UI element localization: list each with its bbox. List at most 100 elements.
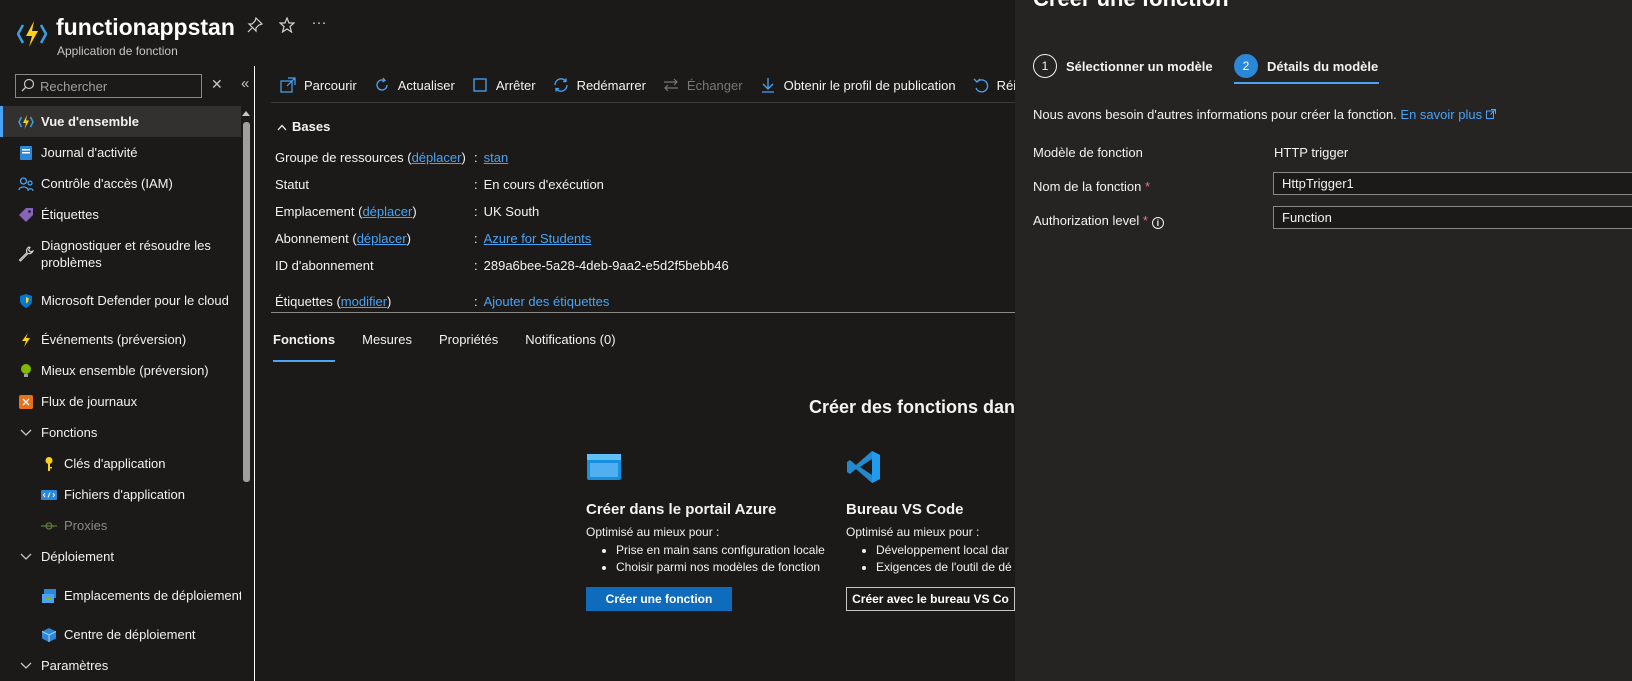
stop-button[interactable]: Arrêter xyxy=(471,77,536,93)
star-icon[interactable] xyxy=(278,16,296,35)
add-tags-link[interactable]: Ajouter des étiquettes xyxy=(484,294,610,309)
collapse-sidebar-button[interactable]: « xyxy=(241,75,249,92)
prop-tags-label: Étiquettes (modifier) xyxy=(275,294,392,309)
toolbar-divider xyxy=(271,102,1015,103)
shield-icon xyxy=(18,293,34,309)
prop-status-value: : En cours d'exécution xyxy=(474,177,604,192)
authorization-level-dropdown[interactable]: Function xyxy=(1273,206,1632,229)
chevron-down-icon xyxy=(18,425,34,441)
field-label: Nom de la fonction xyxy=(1033,179,1142,194)
sidebar-item-log-stream[interactable]: Flux de journaux xyxy=(0,386,250,417)
sidebar-item-label: Emplacements de déploiement xyxy=(64,588,243,603)
function-name-label: Nom de la fonction * xyxy=(1033,179,1150,194)
browse-icon xyxy=(279,77,297,93)
info-icon[interactable]: i xyxy=(1151,217,1164,229)
sidebar-nav: Vue d'ensemble Journal d'activité Contrô… xyxy=(0,106,250,681)
sidebar-item-events[interactable]: Événements (préversion) xyxy=(0,324,250,355)
download-icon xyxy=(759,77,777,93)
sidebar-item-activity-log[interactable]: Journal d'activité xyxy=(0,137,250,168)
refresh-label: Actualiser xyxy=(397,77,455,93)
app-files-icon xyxy=(41,487,57,503)
activity-log-icon xyxy=(18,145,34,161)
sidebar-item-deployment-center[interactable]: Centre de déploiement xyxy=(0,619,250,650)
sidebar-group-functions[interactable]: Fonctions xyxy=(0,417,250,448)
move-subscription-link[interactable]: déplacer xyxy=(357,231,407,246)
deployment-slots-icon xyxy=(41,588,57,604)
list-item: Développement local dar xyxy=(876,542,1015,559)
location-value: UK South xyxy=(483,204,540,219)
function-app-icon xyxy=(18,114,34,130)
create-with-vscode-button[interactable]: Créer avec le bureau VS Co xyxy=(846,587,1015,611)
function-name-input[interactable] xyxy=(1273,172,1632,195)
get-publish-profile-button[interactable]: Obtenir le profil de publication xyxy=(759,77,956,93)
sidebar-item-label: Événements (préversion) xyxy=(41,332,187,347)
bases-toggle[interactable]: Bases xyxy=(277,119,330,134)
refresh-button[interactable]: Actualiser xyxy=(373,77,455,93)
reset-button[interactable]: Réinitialiser xyxy=(972,77,1015,93)
sidebar-item-app-keys[interactable]: Clés d'application xyxy=(0,448,250,479)
step-select-template[interactable]: 1 Sélectionner un modèle xyxy=(1033,54,1213,78)
edit-tags-link[interactable]: modifier xyxy=(341,294,387,309)
tab-bar: Fonctions Mesures Propriétés Notificatio… xyxy=(273,332,643,362)
restart-button[interactable]: Redémarrer xyxy=(552,77,646,93)
proxy-icon xyxy=(41,518,57,534)
vscode-card: Bureau VS Code Optimisé au mieux pour : … xyxy=(846,449,1015,576)
sidebar-item-diagnose[interactable]: Diagnostiquer et résoudre les problèmes xyxy=(0,230,250,277)
sidebar-item-app-files[interactable]: Fichiers d'application xyxy=(0,479,250,510)
search-icon xyxy=(21,78,35,92)
sidebar-item-iam[interactable]: Contrôle d'accès (IAM) xyxy=(0,168,250,199)
search-input[interactable] xyxy=(40,77,198,95)
move-resource-group-link[interactable]: déplacer xyxy=(412,150,462,165)
sidebar-item-label: Flux de journaux xyxy=(41,394,138,409)
tab-metrics[interactable]: Mesures xyxy=(362,332,412,362)
portal-card-subtitle: Optimisé au mieux pour : xyxy=(586,525,720,539)
restart-icon xyxy=(552,77,570,93)
prop-location-value: : UK South xyxy=(474,204,540,219)
step-template-details[interactable]: 2 Détails du modèle xyxy=(1234,54,1378,78)
required-marker: * xyxy=(1145,179,1151,194)
reset-icon xyxy=(972,77,990,93)
deployment-center-icon xyxy=(41,627,57,643)
search-box[interactable] xyxy=(15,74,202,98)
page-header: functionappstan Application de fonction … xyxy=(0,0,1056,66)
tab-functions[interactable]: Fonctions xyxy=(273,332,336,362)
tag-icon xyxy=(18,207,34,223)
sidebar-item-label: Clés d'application xyxy=(64,456,166,471)
sidebar-item-label: Étiquettes xyxy=(41,207,99,222)
stop-icon xyxy=(471,77,489,93)
tab-properties[interactable]: Propriétés xyxy=(439,332,498,362)
move-location-link[interactable]: déplacer xyxy=(362,204,412,219)
sidebar-item-label: Diagnostiquer et résoudre les problèmes xyxy=(41,237,211,270)
sidebar-scrollbar[interactable] xyxy=(241,106,251,681)
scroll-thumb[interactable] xyxy=(243,122,250,482)
resource-group-link[interactable]: stan xyxy=(484,150,509,165)
scroll-up-icon[interactable] xyxy=(242,111,250,116)
pin-icon[interactable] xyxy=(246,16,264,35)
sidebar-item-label: Mieux ensemble (préversion) xyxy=(41,363,209,378)
sidebar-item-label: Vue d'ensemble xyxy=(41,114,139,129)
list-item: Exigences de l'outil de dé xyxy=(876,559,1015,576)
browse-button[interactable]: Parcourir xyxy=(279,77,357,93)
prop-status-label: Statut xyxy=(275,177,309,192)
get-publish-profile-label: Obtenir le profil de publication xyxy=(783,77,956,93)
swap-button: Échanger xyxy=(662,77,743,93)
sidebar-item-overview[interactable]: Vue d'ensemble xyxy=(0,106,250,137)
create-function-button[interactable]: Créer une fonction xyxy=(586,587,732,611)
prop-resource-group-value: : stan xyxy=(474,150,509,165)
learn-more-link[interactable]: En savoir plus xyxy=(1400,107,1496,122)
subscription-link[interactable]: Azure for Students xyxy=(484,231,592,246)
swap-icon xyxy=(662,77,680,93)
sidebar-item-label: Proxies xyxy=(64,518,108,533)
sidebar-item-deployment-slots[interactable]: Emplacements de déploiement xyxy=(0,572,250,619)
sidebar-item-better-together[interactable]: Mieux ensemble (préversion) xyxy=(0,355,250,386)
sidebar-item-tags[interactable]: Étiquettes xyxy=(0,199,250,230)
sidebar-group-settings[interactable]: Paramètres xyxy=(0,650,250,681)
tab-notifications[interactable]: Notifications (0) xyxy=(525,332,615,362)
prop-tags-value: : Ajouter des étiquettes xyxy=(474,294,610,309)
lightbulb-icon xyxy=(18,363,34,379)
sidebar-group-deployment[interactable]: Déploiement xyxy=(0,541,250,572)
clear-search-icon[interactable]: ✕ xyxy=(211,76,223,93)
browse-label: Parcourir xyxy=(304,77,357,93)
sidebar-item-defender[interactable]: Microsoft Defender pour le cloud xyxy=(0,277,250,324)
more-options-icon[interactable]: ··· xyxy=(310,14,328,32)
